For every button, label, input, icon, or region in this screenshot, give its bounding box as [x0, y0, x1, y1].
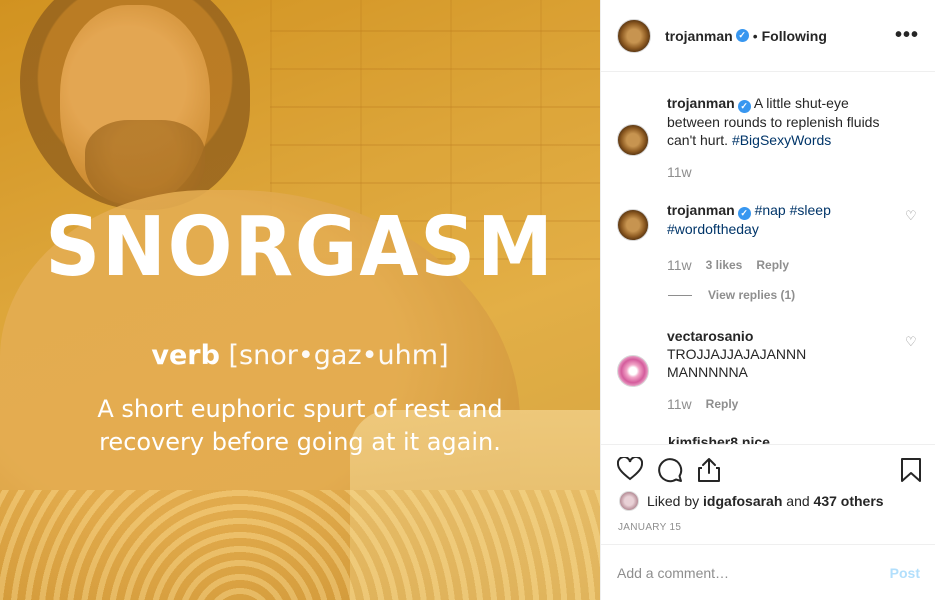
- author-username[interactable]: trojanman: [665, 28, 733, 44]
- comment-likes-count[interactable]: 3 likes: [706, 256, 743, 274]
- hashtag-link[interactable]: #wordoftheday: [667, 221, 759, 237]
- likes-joiner: and: [786, 493, 810, 509]
- bookmark-icon[interactable]: [900, 457, 922, 486]
- comment-timestamp[interactable]: 11w: [667, 395, 692, 413]
- add-comment-bar: Post: [601, 544, 935, 600]
- post-date[interactable]: JANUARY 15: [618, 522, 681, 533]
- heart-icon[interactable]: [616, 455, 644, 484]
- verified-badge-icon: ✓: [735, 29, 749, 42]
- commenter-avatar[interactable]: [617, 355, 649, 387]
- liker-avatar[interactable]: [619, 491, 639, 511]
- commenter-username[interactable]: trojanman: [667, 202, 735, 218]
- separator-dot: •: [752, 27, 758, 44]
- comments-list[interactable]: trojanman ✓ A little shut-eye between rou…: [601, 72, 935, 444]
- definition-line-2: recovery before going at it again.: [99, 428, 501, 456]
- post-header: trojanman ✓ • Following •••: [601, 0, 935, 72]
- likes-summary: Liked by idgafosarah and 437 others: [619, 491, 884, 511]
- following-button[interactable]: Following: [762, 28, 827, 44]
- caption: trojanman ✓ A little shut-eye between rou…: [617, 94, 917, 181]
- post-sidebar: trojanman ✓ • Following ••• trojanman ✓ A…: [600, 0, 935, 600]
- comment-text-line-1: TROJJAJJAJAJANNN: [667, 346, 807, 362]
- reply-button[interactable]: Reply: [706, 395, 739, 413]
- verified-badge-icon: ✓: [737, 207, 751, 220]
- comment-input[interactable]: [617, 564, 877, 581]
- liker-username[interactable]: idgafosarah: [703, 493, 782, 509]
- pronunciation: [snor•gaz•uhm]: [228, 340, 449, 371]
- hashtag-link[interactable]: #BigSexyWords: [732, 132, 831, 148]
- hashtag-link[interactable]: #sleep: [790, 202, 831, 218]
- like-comment-heart-icon[interactable]: ♡: [905, 209, 917, 222]
- replies-divider-line: [668, 294, 692, 296]
- verified-badge-icon: ✓: [737, 100, 751, 113]
- definition: A short euphoric spurt of rest and recov…: [0, 393, 600, 459]
- comment-item: vectarosanio TROJJAJJAJAJANNN MANNNNNA 1…: [617, 327, 917, 413]
- comment-text-line-2: MANNNNNA: [667, 364, 748, 380]
- commenter-avatar[interactable]: [617, 209, 649, 241]
- headword: SNORGASM: [45, 200, 555, 295]
- caption-body: trojanman ✓ A little shut-eye between rou…: [667, 94, 897, 181]
- author-avatar[interactable]: [617, 18, 651, 53]
- comment-item: trojanman ✓ #nap #sleep #wordoftheday 11w…: [617, 201, 917, 274]
- share-icon[interactable]: [697, 457, 721, 486]
- part-of-speech: verb: [151, 340, 220, 371]
- like-comment-heart-icon[interactable]: ♡: [905, 335, 917, 348]
- author-avatar[interactable]: [617, 124, 649, 156]
- view-replies-label: View replies (1): [708, 288, 796, 302]
- view-replies-button[interactable]: View replies (1): [668, 288, 795, 302]
- others-likes-link[interactable]: 437 others: [814, 493, 884, 509]
- post-comment-button[interactable]: Post: [890, 565, 920, 581]
- definition-line-1: A short euphoric spurt of rest and: [97, 395, 503, 423]
- more-options-icon[interactable]: •••: [895, 24, 919, 47]
- reply-button[interactable]: Reply: [756, 256, 789, 274]
- post-image[interactable]: SNORGASM verb [snor•gaz•uhm] A short eup…: [0, 0, 600, 600]
- partially-visible-comment: kimfisher8 nice: [668, 434, 770, 444]
- color-overlay: [0, 0, 600, 600]
- post-actions: Liked by idgafosarah and 437 others JANU…: [601, 444, 935, 544]
- likes-prefix: Liked by: [647, 493, 700, 509]
- caption-timestamp[interactable]: 11w: [667, 163, 692, 181]
- comment-timestamp[interactable]: 11w: [667, 256, 692, 274]
- comment-icon[interactable]: [657, 457, 683, 486]
- commenter-username[interactable]: vectarosanio: [667, 327, 897, 345]
- caption-username[interactable]: trojanman: [667, 95, 735, 111]
- hashtag-link[interactable]: #nap: [755, 202, 786, 218]
- pronunciation-line: verb [snor•gaz•uhm]: [0, 340, 600, 371]
